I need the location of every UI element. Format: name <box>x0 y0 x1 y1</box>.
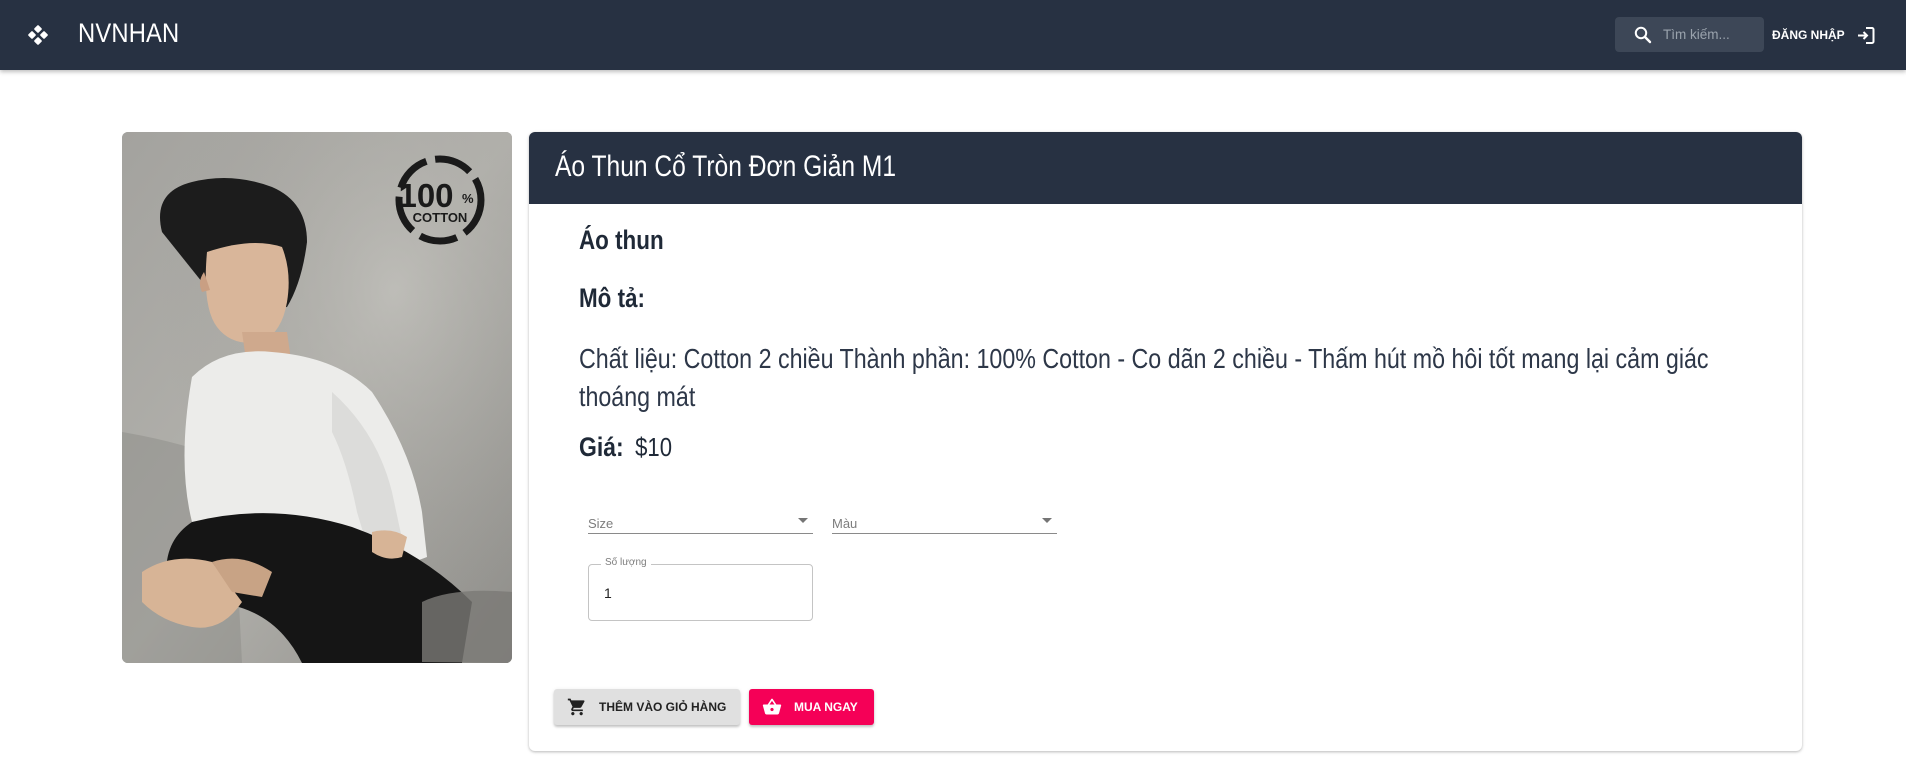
color-select[interactable]: Màu <box>832 507 1057 534</box>
price-label: Giá: <box>579 432 624 462</box>
size-select[interactable]: Size <box>588 507 813 534</box>
caret-down-icon <box>798 518 808 523</box>
product-title: Áo Thun Cổ Tròn Đơn Giản M1 <box>555 150 897 183</box>
badge-percent: % <box>462 191 474 206</box>
price-row: Giá: $10 <box>579 432 672 463</box>
price-value: $10 <box>635 432 673 462</box>
shopping-cart-icon <box>567 698 585 716</box>
app-bar: NVNHAN ĐĂNG NHẬP <box>0 0 1906 70</box>
buy-now-button[interactable]: MUA NGAY <box>749 689 874 725</box>
product-detail-card: Áo Thun Cổ Tròn Đơn Giản M1 Áo thun Mô t… <box>529 132 1802 751</box>
add-to-cart-button[interactable]: THÊM VÀO GIỎ HÀNG <box>554 689 740 725</box>
quantity-field[interactable]: Số lượng <box>588 557 813 621</box>
brand-logo-text[interactable]: NVNHAN <box>78 18 179 49</box>
quantity-label: Số lượng <box>601 557 651 568</box>
add-to-cart-label: THÊM VÀO GIỎ HÀNG <box>599 700 727 714</box>
search-box[interactable] <box>1615 17 1764 52</box>
badge-text: COTTON <box>413 210 468 225</box>
size-select-label: Size <box>588 516 614 531</box>
login-label: ĐĂNG NHẬP <box>1772 28 1845 42</box>
search-icon <box>1634 26 1652 44</box>
search-input[interactable] <box>1663 17 1759 52</box>
shopping-basket-icon <box>762 698 782 715</box>
login-button[interactable]: ĐĂNG NHẬP <box>1772 20 1876 50</box>
gamepad-icon[interactable] <box>24 21 52 49</box>
login-icon <box>1855 25 1876 46</box>
product-image: 100 % COTTON <box>122 132 512 663</box>
caret-down-icon <box>1042 518 1052 523</box>
badge-number: 100 <box>398 177 453 214</box>
quantity-input[interactable] <box>604 583 794 603</box>
buy-now-label: MUA NGAY <box>794 700 858 714</box>
description-label: Mô tả: <box>579 283 645 313</box>
product-description: Chất liệu: Cotton 2 chiều Thành phần: 10… <box>579 343 1709 412</box>
color-select-label: Màu <box>832 516 858 531</box>
product-header: Áo Thun Cổ Tròn Đơn Giản M1 <box>529 132 1802 204</box>
product-category: Áo thun <box>579 225 664 255</box>
